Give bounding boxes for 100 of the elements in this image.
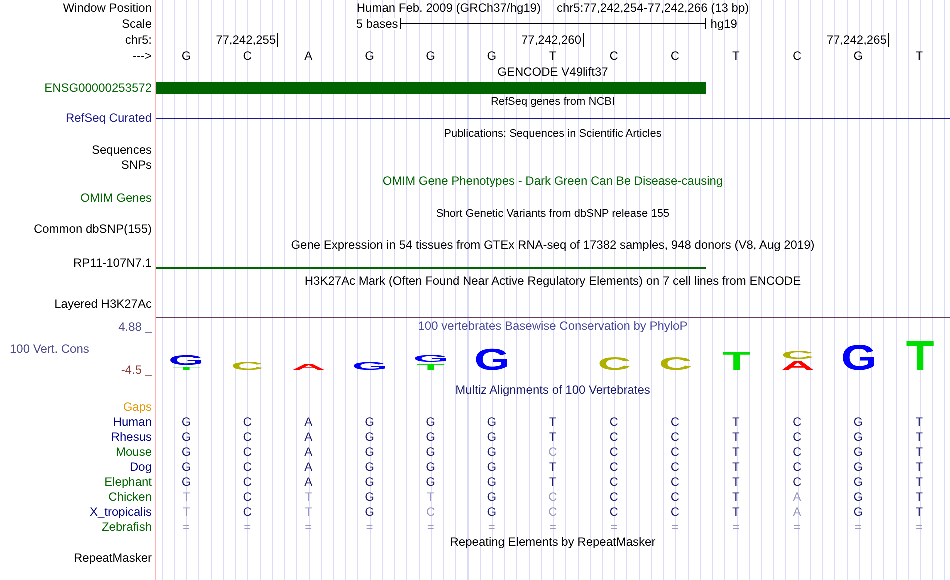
alignment-base: G xyxy=(182,460,192,472)
alignment-base: C xyxy=(548,506,558,518)
base-letter: G xyxy=(487,50,497,62)
alignment-base: C xyxy=(243,460,252,472)
track-label: Window Position xyxy=(63,2,152,14)
alignment-base: T xyxy=(916,446,924,458)
track-label: chr5: xyxy=(125,34,152,46)
alignment-base: C xyxy=(610,476,618,488)
alignment-base: G xyxy=(854,460,864,472)
alignment-base: T xyxy=(182,490,190,502)
assembly-title: Human Feb. 2009 (GRCh37/hg19) xyxy=(356,2,541,14)
alignment-base: C xyxy=(426,506,436,518)
alignment-base: T xyxy=(305,506,312,518)
alignment-base: G xyxy=(854,430,864,442)
base-letter: G xyxy=(365,50,374,62)
alignment-base: A xyxy=(304,460,313,472)
alignment-base: A xyxy=(304,416,313,428)
alignment-base: = xyxy=(672,520,679,532)
logo-letter: G xyxy=(474,344,510,377)
alignment-base: G xyxy=(487,416,497,428)
alignment-base: T xyxy=(732,506,740,518)
alignment-base: G xyxy=(365,506,374,518)
track-title: 100 vertebrates Basewise Conservation by PhyloP xyxy=(418,320,688,332)
alignment-base: G xyxy=(487,476,497,488)
alignment-base: C xyxy=(610,430,618,442)
alignment-base: G xyxy=(854,416,864,428)
alignment-base: C xyxy=(792,430,802,442)
alignment-base: = xyxy=(610,520,618,532)
alignment-base: T xyxy=(732,430,740,442)
alignment-base: = xyxy=(854,520,862,532)
track-title: GENCODE V49lift37 xyxy=(498,66,608,78)
alignment-base: T xyxy=(732,460,740,472)
alignment-base: T xyxy=(732,490,740,502)
alignment-base: A xyxy=(793,490,802,502)
track-label: RepeatMasker xyxy=(74,552,152,564)
database-name: hg19 xyxy=(710,18,738,30)
alignment-base: A xyxy=(793,506,802,518)
alignment-base: G xyxy=(854,490,864,502)
alignment-base: G xyxy=(365,416,374,428)
position-tick: 77,242,265 xyxy=(826,32,889,46)
track-label: Gaps xyxy=(123,401,152,413)
alignment-base: = xyxy=(916,520,923,532)
alignment-base: G xyxy=(426,476,436,488)
axis-max: 4.88 _ xyxy=(118,321,152,333)
track-label: ENSG00000253572 xyxy=(44,82,152,94)
alignment-base: C xyxy=(792,416,802,428)
base-letter: C xyxy=(670,50,680,62)
logo-letter: G xyxy=(352,360,388,373)
scale-text: 5 bases xyxy=(356,18,400,30)
alignment-base: G xyxy=(854,446,864,458)
alignment-base: C xyxy=(670,506,680,518)
alignment-base: T xyxy=(732,446,740,458)
alignment-base: G xyxy=(182,446,192,458)
logo-letter: G xyxy=(413,354,449,364)
alignment-base: C xyxy=(548,490,558,502)
track-title: Multiz Alignments of 100 Vertebrates xyxy=(456,384,650,396)
alignment-base: G xyxy=(365,430,374,442)
base-letter: T xyxy=(916,50,924,62)
alignment-base: C xyxy=(792,446,802,458)
alignment-base: C xyxy=(610,506,618,518)
alignment-base: G xyxy=(365,446,374,458)
base-letter: T xyxy=(549,50,557,62)
alignment-base: T xyxy=(182,506,190,518)
alignment-base: G xyxy=(182,430,192,442)
alignment-base: C xyxy=(548,446,558,458)
alignment-base: G xyxy=(426,430,436,442)
alignment-base: G xyxy=(182,476,192,488)
alignment-base: G xyxy=(487,490,497,502)
alignment-base: C xyxy=(610,446,618,458)
track-label: Common dbSNP(155) xyxy=(34,223,152,235)
track-label: SNPs xyxy=(121,158,152,170)
alignment-base: C xyxy=(243,490,252,502)
alignment-base: = xyxy=(794,520,801,532)
alignment-base: C xyxy=(670,416,680,428)
species-label: Elephant xyxy=(104,476,152,488)
alignment-base: G xyxy=(854,506,864,518)
base-letter: C xyxy=(792,50,802,62)
track-title: RefSeq genes from NCBI xyxy=(490,97,616,108)
base-letter: G xyxy=(854,50,864,62)
alignment-base: G xyxy=(426,416,436,428)
alignment-base: C xyxy=(610,460,618,472)
alignment-base: G xyxy=(426,446,436,458)
alignment-base: G xyxy=(365,476,374,488)
alignment-base: C xyxy=(243,430,252,442)
species-label: Zebrafish xyxy=(102,520,152,532)
alignment-base: G xyxy=(487,506,497,518)
axis-min: -4.5 _ xyxy=(121,364,152,376)
base-letter: T xyxy=(732,50,740,62)
alignment-base: G xyxy=(854,476,864,488)
alignment-base: T xyxy=(549,460,557,472)
species-label: Rhesus xyxy=(111,430,152,442)
alignment-base: C xyxy=(243,476,252,488)
alignment-base: T xyxy=(916,430,924,442)
base-letter: G xyxy=(426,50,436,62)
alignment-base: C xyxy=(243,416,252,428)
alignment-base: T xyxy=(549,430,557,442)
alignment-base: T xyxy=(732,416,740,428)
position-range: chr5:77,242,254-77,242,266 (13 bp) xyxy=(556,2,750,14)
track-label: 100 Vert. Cons xyxy=(9,342,90,354)
base-letter: G xyxy=(182,50,192,62)
